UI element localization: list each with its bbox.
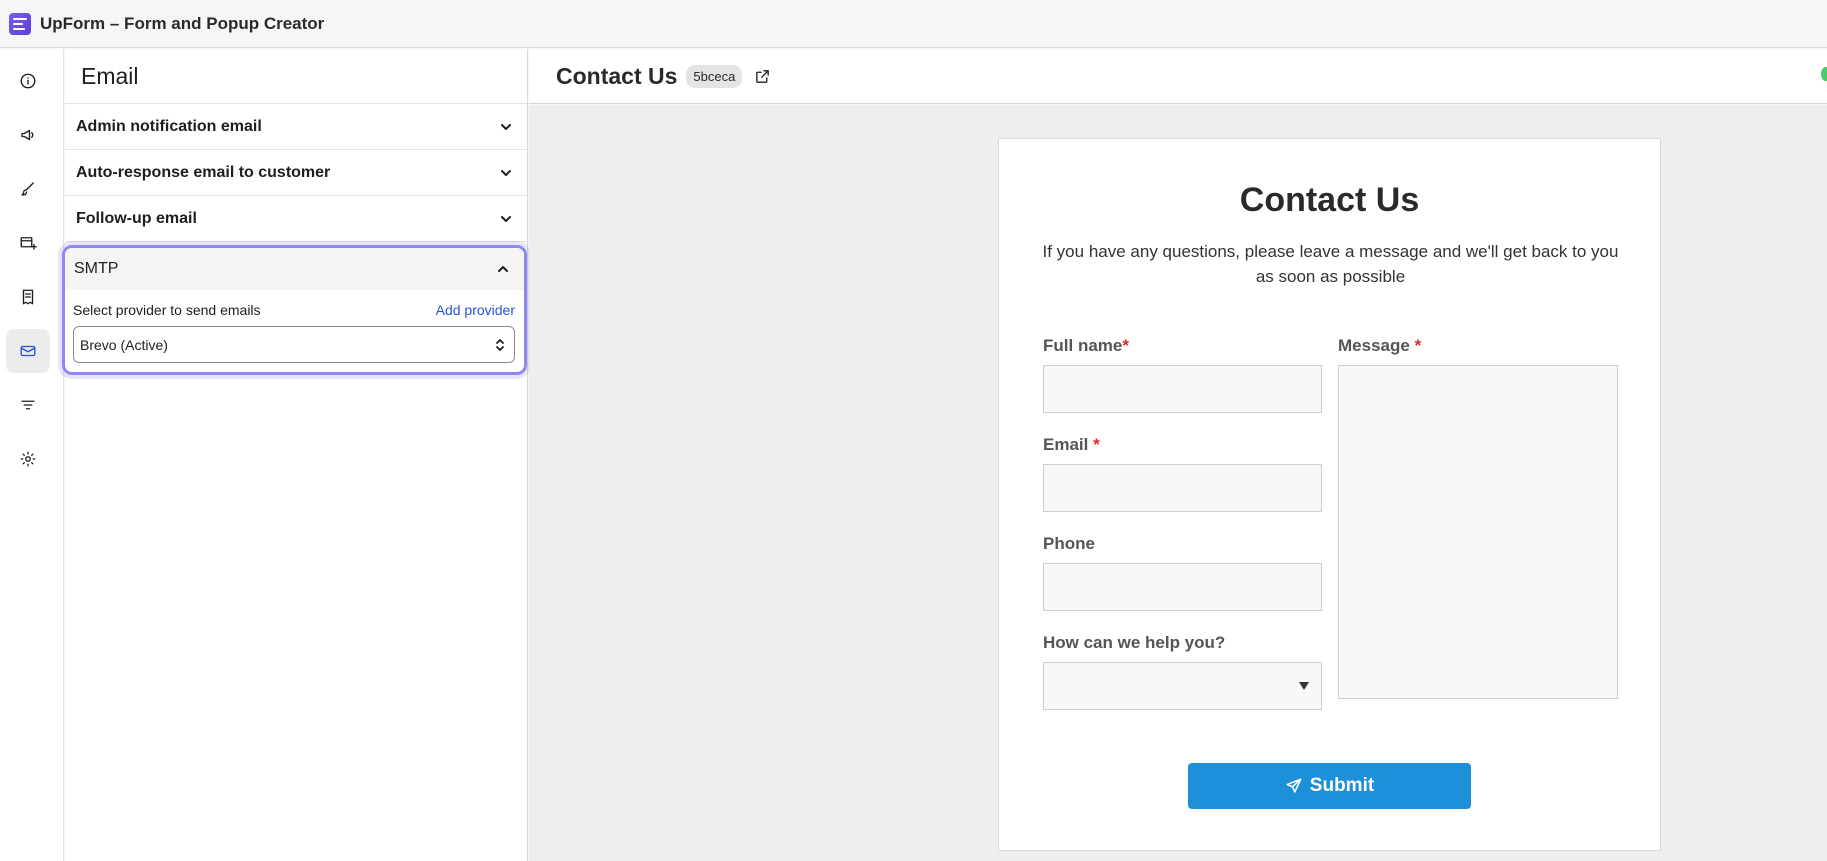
email-input[interactable] — [1043, 464, 1322, 512]
form-heading: Contact Us — [1239, 181, 1420, 219]
help-select[interactable] — [1043, 662, 1322, 710]
provider-row: Select provider to send emails Add provi… — [73, 302, 515, 318]
provider-label: Select provider to send emails — [73, 302, 261, 318]
icon-rail — [0, 49, 64, 861]
receipt-icon — [22, 289, 34, 305]
chevron-down-icon — [501, 215, 511, 222]
help-label: How can we help you? — [1043, 633, 1226, 652]
email-label: Email * — [1043, 435, 1100, 454]
megaphone-icon — [21, 129, 34, 141]
smtp-body: Select provider to send emails Add provi… — [65, 290, 524, 363]
accordion-admin-notification[interactable]: Admin notification email — [65, 104, 527, 150]
accordion-auto-response[interactable]: Auto-response email to customer — [65, 150, 527, 196]
rail-email-button[interactable] — [6, 329, 50, 373]
accordion-label: SMTP — [74, 260, 119, 277]
rail-marketing-button[interactable] — [6, 113, 50, 157]
accordion-smtp[interactable]: SMTP — [65, 248, 524, 290]
rail-settings-button[interactable] — [6, 437, 50, 481]
info-icon — [20, 73, 36, 89]
app-topbar: UpForm – Form and Popup Creator — [0, 0, 1827, 48]
email-icon — [20, 345, 36, 357]
form-description: If you have any questions, please leave … — [1042, 242, 1619, 286]
form-preview-canvas: Contact Us If you have any questions, pl… — [529, 105, 1827, 861]
external-link-icon[interactable] — [754, 68, 771, 85]
form-title: Contact Us — [556, 62, 678, 89]
full-name-input[interactable] — [1043, 365, 1322, 413]
message-textarea[interactable] — [1338, 365, 1618, 699]
gear-icon — [20, 451, 36, 467]
accordion-label: Admin notification email — [76, 117, 262, 135]
panel-title: Email — [81, 62, 139, 89]
form-header: Contact Us 5bceca — [529, 49, 1827, 104]
rail-info-button[interactable] — [6, 59, 50, 103]
status-indicator — [1821, 67, 1827, 81]
panel-header: Email — [65, 49, 527, 104]
provider-select-value: Brevo (Active) — [80, 336, 168, 353]
submit-button[interactable]: Submit — [1188, 763, 1471, 809]
phone-input[interactable] — [1043, 563, 1322, 611]
rail-entries-button[interactable] — [6, 275, 50, 319]
chevron-up-icon — [498, 266, 508, 272]
email-settings-panel: Email Admin notification email Auto-resp… — [62, 49, 528, 861]
accordion-follow-up[interactable]: Follow-up email — [65, 196, 527, 242]
required-mark: * — [1093, 435, 1100, 454]
form-id-badge: 5bceca — [686, 64, 743, 88]
add-provider-link[interactable]: Add provider — [436, 302, 515, 318]
upform-logo-icon — [9, 12, 31, 35]
app-title: UpForm – Form and Popup Creator — [40, 13, 325, 33]
filter-icon — [21, 400, 35, 410]
accordion-label: Follow-up email — [76, 209, 197, 227]
chevron-down-icon — [501, 123, 511, 130]
message-label: Message * — [1338, 336, 1422, 355]
submit-label: Submit — [1309, 775, 1375, 796]
caret-down-icon — [1299, 682, 1309, 690]
add-field-icon — [20, 237, 37, 250]
rail-fields-button[interactable] — [6, 221, 50, 265]
required-mark: * — [1122, 336, 1129, 355]
accordion-label: Auto-response email to customer — [76, 163, 331, 181]
contact-form-preview: Contact Us If you have any questions, pl… — [998, 138, 1661, 851]
required-mark: * — [1414, 336, 1422, 355]
send-icon — [1286, 778, 1302, 793]
rail-design-button[interactable] — [6, 167, 50, 211]
chevron-down-icon — [501, 169, 511, 176]
rail-filter-button[interactable] — [6, 383, 50, 427]
select-updown-icon — [496, 338, 504, 351]
full-name-label: Full name* — [1043, 336, 1129, 355]
provider-select[interactable]: Brevo (Active) — [73, 326, 515, 363]
paintbrush-icon — [21, 182, 34, 196]
smtp-section: SMTP Select provider to send emails Add … — [62, 245, 527, 375]
phone-label: Phone — [1043, 534, 1095, 553]
